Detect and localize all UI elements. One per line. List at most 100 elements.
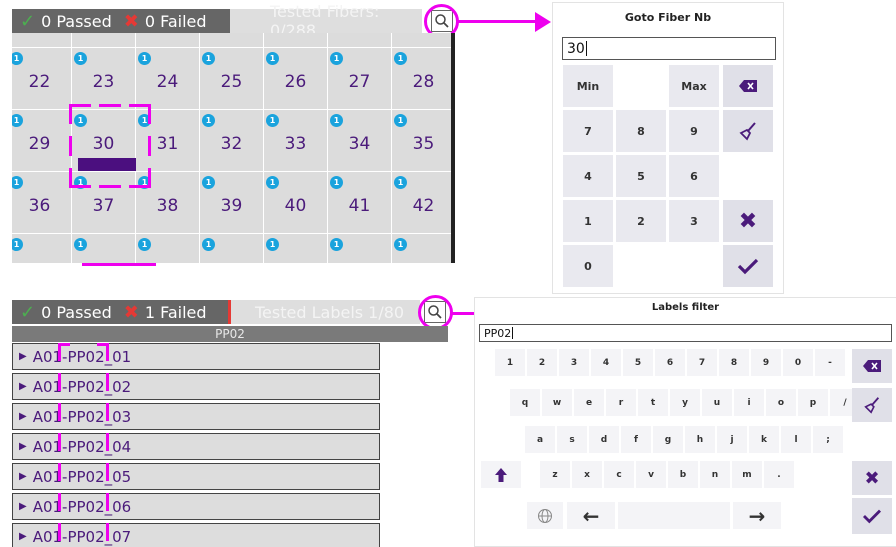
- fiber-cell-partial[interactable]: [136, 33, 200, 48]
- key-;[interactable]: ;: [813, 426, 843, 453]
- cursor-left-key[interactable]: ←: [567, 502, 615, 529]
- fiber-cell[interactable]: 1 25: [200, 48, 264, 110]
- cursor-right-key[interactable]: →: [733, 502, 781, 529]
- key-b[interactable]: b: [668, 461, 698, 488]
- shift-key[interactable]: [481, 461, 521, 488]
- fiber-cell-partial[interactable]: 1: [12, 234, 72, 263]
- key-9[interactable]: 9: [751, 349, 781, 376]
- fiber-cell[interactable]: 1 40: [264, 172, 328, 234]
- fiber-cell[interactable]: 1 23: [72, 48, 136, 110]
- expand-triangle-icon[interactable]: ▶: [19, 531, 27, 542]
- fiber-cell-partial[interactable]: 1: [72, 234, 136, 263]
- grid-scrollbar[interactable]: [451, 33, 455, 263]
- key-z[interactable]: z: [540, 461, 570, 488]
- key-x[interactable]: x: [572, 461, 602, 488]
- key-9[interactable]: 9: [669, 110, 719, 152]
- confirm-key[interactable]: [723, 245, 773, 287]
- key-.[interactable]: .: [764, 461, 794, 488]
- clear-key[interactable]: [852, 388, 892, 422]
- fiber-cell-partial[interactable]: 1: [200, 234, 264, 263]
- key-o[interactable]: o: [766, 389, 796, 416]
- fiber-cell-partial[interactable]: [264, 33, 328, 48]
- language-key[interactable]: [527, 502, 563, 529]
- expand-triangle-icon[interactable]: ▶: [19, 501, 27, 512]
- fiber-cell[interactable]: 1 33: [264, 110, 328, 172]
- key-3[interactable]: 3: [669, 200, 719, 242]
- key-4[interactable]: 4: [591, 349, 621, 376]
- expand-triangle-icon[interactable]: ▶: [19, 411, 27, 422]
- fiber-cell-partial[interactable]: 1: [392, 234, 452, 263]
- fiber-cell[interactable]: 1 22: [12, 48, 72, 110]
- backspace-key[interactable]: [852, 349, 892, 383]
- key-min[interactable]: Min: [563, 65, 613, 107]
- fiber-cell-partial[interactable]: [72, 33, 136, 48]
- labels-filter-input[interactable]: PP02: [479, 324, 892, 342]
- goto-number-input[interactable]: 30: [562, 37, 776, 60]
- fiber-cell[interactable]: 1 39: [200, 172, 264, 234]
- fiber-cell-partial[interactable]: 1: [328, 234, 392, 263]
- key-1[interactable]: 1: [495, 349, 525, 376]
- fiber-cell-partial[interactable]: 1: [136, 234, 200, 263]
- fiber-cell-partial[interactable]: [392, 33, 452, 48]
- key-5[interactable]: 5: [623, 349, 653, 376]
- key-7[interactable]: 7: [687, 349, 717, 376]
- key-8[interactable]: 8: [616, 110, 666, 152]
- expand-triangle-icon[interactable]: ▶: [19, 471, 27, 482]
- key--[interactable]: -: [815, 349, 845, 376]
- key-l[interactable]: l: [781, 426, 811, 453]
- key-6[interactable]: 6: [655, 349, 685, 376]
- expand-triangle-icon[interactable]: ▶: [19, 381, 27, 392]
- key-u[interactable]: u: [702, 389, 732, 416]
- key-y[interactable]: y: [670, 389, 700, 416]
- cancel-key[interactable]: ✖: [723, 200, 773, 242]
- space-key[interactable]: [618, 502, 730, 529]
- key-v[interactable]: v: [636, 461, 666, 488]
- key-p[interactable]: p: [798, 389, 828, 416]
- key-8[interactable]: 8: [719, 349, 749, 376]
- key-7[interactable]: 7: [563, 110, 613, 152]
- fiber-cell-partial[interactable]: [328, 33, 392, 48]
- fiber-cell[interactable]: 1 36: [12, 172, 72, 234]
- key-t[interactable]: t: [638, 389, 668, 416]
- key-h[interactable]: h: [685, 426, 715, 453]
- fiber-cell[interactable]: 1 28: [392, 48, 452, 110]
- confirm-key[interactable]: [852, 498, 892, 534]
- fiber-cell[interactable]: 1 42: [392, 172, 452, 234]
- key-f[interactable]: f: [621, 426, 651, 453]
- key-m[interactable]: m: [732, 461, 762, 488]
- key-k[interactable]: k: [749, 426, 779, 453]
- backspace-key[interactable]: [723, 65, 773, 107]
- key-3[interactable]: 3: [559, 349, 589, 376]
- fiber-cell-partial[interactable]: [200, 33, 264, 48]
- fiber-cell[interactable]: 1 41: [328, 172, 392, 234]
- fiber-cell[interactable]: 1 34: [328, 110, 392, 172]
- key-6[interactable]: 6: [669, 155, 719, 197]
- key-q[interactable]: q: [510, 389, 540, 416]
- fiber-cell[interactable]: 1 29: [12, 110, 72, 172]
- key-max[interactable]: Max: [669, 65, 719, 107]
- clear-key[interactable]: [723, 110, 773, 152]
- key-i[interactable]: i: [734, 389, 764, 416]
- fiber-cell[interactable]: 1 32: [200, 110, 264, 172]
- key-w[interactable]: w: [542, 389, 572, 416]
- fiber-cell-partial[interactable]: [12, 33, 72, 48]
- fiber-cell[interactable]: 1 35: [392, 110, 452, 172]
- fiber-cell[interactable]: 1 24: [136, 48, 200, 110]
- expand-triangle-icon[interactable]: ▶: [19, 441, 27, 452]
- fiber-cell[interactable]: 1 27: [328, 48, 392, 110]
- key-0[interactable]: 0: [563, 245, 613, 287]
- cancel-key[interactable]: ✖: [852, 461, 892, 495]
- expand-triangle-icon[interactable]: ▶: [19, 351, 27, 362]
- fiber-cell-partial[interactable]: 1: [264, 234, 328, 263]
- key-g[interactable]: g: [653, 426, 683, 453]
- key-1[interactable]: 1: [563, 200, 613, 242]
- key-j[interactable]: j: [717, 426, 747, 453]
- key-e[interactable]: e: [574, 389, 604, 416]
- key-4[interactable]: 4: [563, 155, 613, 197]
- key-s[interactable]: s: [557, 426, 587, 453]
- key-0[interactable]: 0: [783, 349, 813, 376]
- fiber-cell[interactable]: 1 26: [264, 48, 328, 110]
- key-2[interactable]: 2: [527, 349, 557, 376]
- key-5[interactable]: 5: [616, 155, 666, 197]
- key-d[interactable]: d: [589, 426, 619, 453]
